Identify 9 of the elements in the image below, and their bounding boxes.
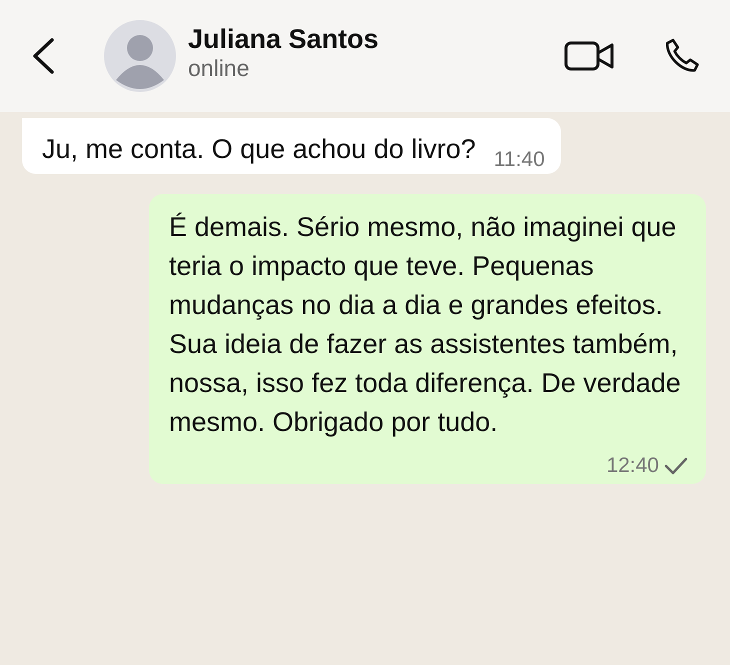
message-time: 12:40 <box>606 454 659 478</box>
message-time: 11:40 <box>494 148 545 172</box>
video-call-button[interactable] <box>564 40 616 72</box>
contact-status: online <box>188 55 250 82</box>
back-icon <box>30 37 56 75</box>
video-camera-icon <box>564 40 616 72</box>
contact-name: Juliana Santos <box>188 24 379 55</box>
message-text: É demais. Sério mesmo, não imaginei que teria o impacto que teve. Pequenas mudanças no dia a dia e grandes efeitos. Sua ideia de fazer as assistentes também, nossa, isso fez toda diferença. De verdade mesmo. Obrigado por tudo. <box>169 211 682 439</box>
message-text: Ju, me conta. O que achou do livro? <box>42 133 476 166</box>
